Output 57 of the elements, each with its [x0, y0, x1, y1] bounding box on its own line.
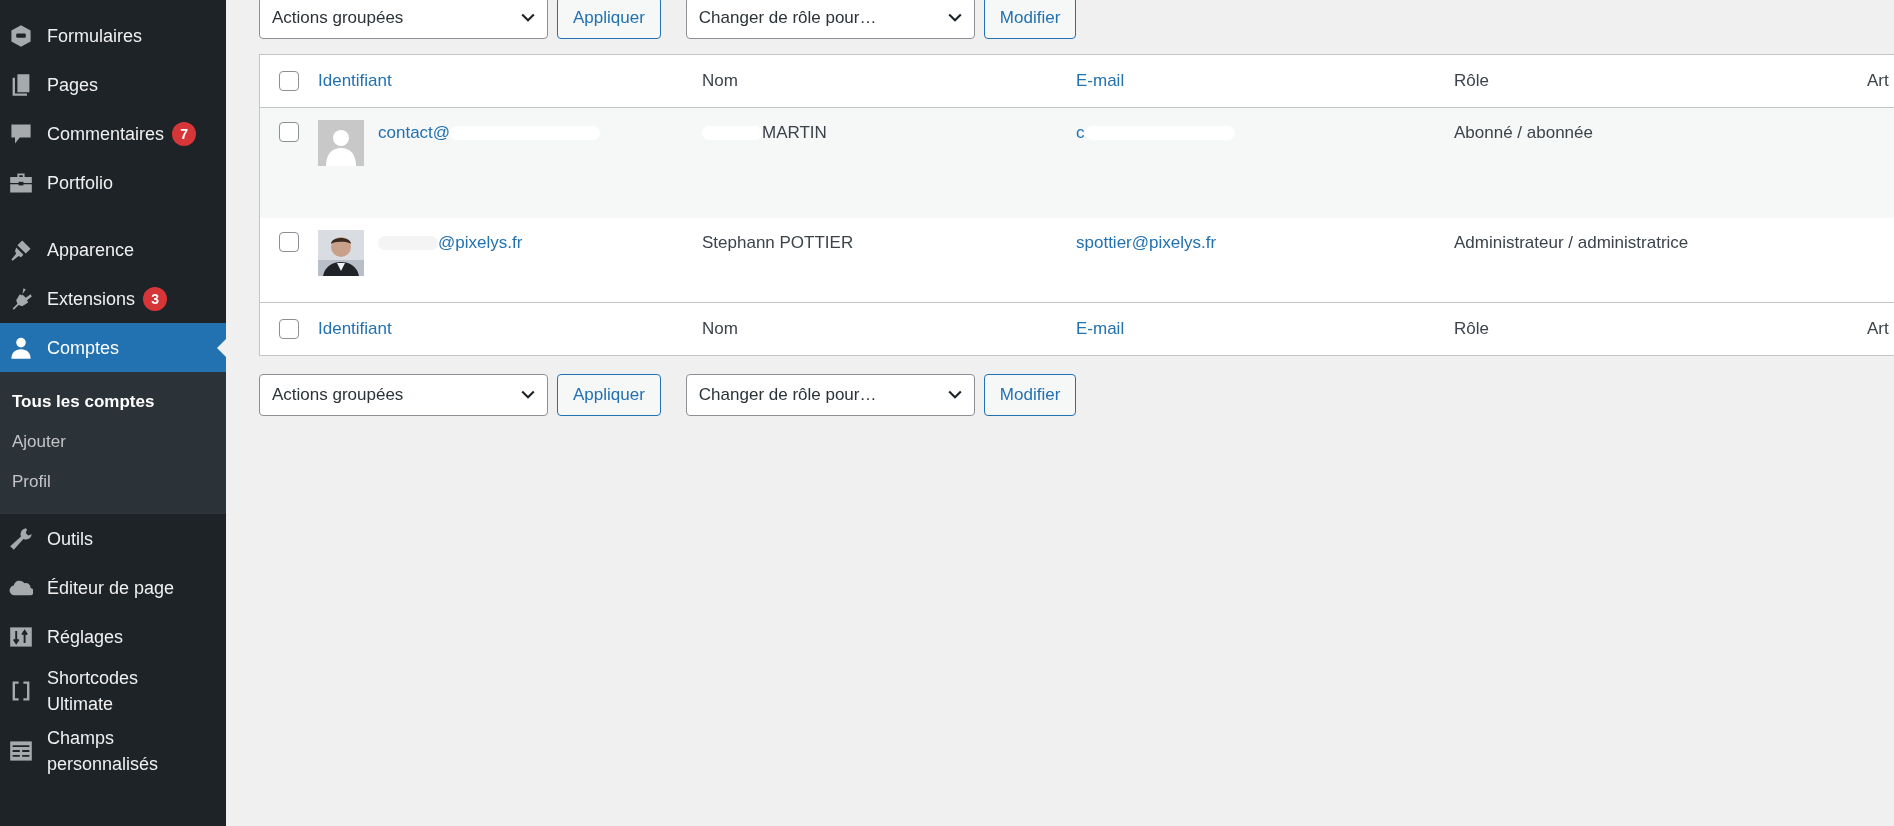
menu-item[interactable]: Apparence: [0, 225, 226, 274]
column-header: Rôle: [1454, 319, 1490, 339]
menu-item[interactable]: Éditeur de page: [0, 563, 226, 612]
menu-item[interactable]: Shortcodes Ultimate: [0, 661, 226, 721]
menu-item[interactable]: Extensions 3: [0, 274, 226, 323]
count-badge: 7: [172, 121, 197, 146]
role-select[interactable]: Changer de rôle pour…: [685, 374, 975, 416]
chevron-icon: [521, 13, 535, 23]
menu-item[interactable]: Commentaires 7: [0, 109, 226, 158]
column-header-link[interactable]: E-mail: [1076, 71, 1454, 91]
role-select[interactable]: Changer de rôle pour…: [685, 0, 975, 39]
column-header: Nom: [702, 319, 739, 339]
submenu-item[interactable]: Profil: [0, 462, 226, 502]
role-cell-text: Administrateur / administratrice: [1454, 232, 1689, 254]
menu-item[interactable]: Comptes: [0, 323, 226, 372]
row-checkbox[interactable]: [279, 232, 299, 252]
column-header: Nom: [702, 71, 739, 91]
count-badge: 3: [143, 286, 168, 311]
menu-item[interactable]: Réglages: [0, 612, 226, 661]
column-header-link[interactable]: Identifiant: [318, 71, 702, 91]
select-all-checkbox[interactable]: [279, 71, 299, 91]
username-link[interactable]: contact@: [378, 120, 601, 144]
role-cell-text: Abonné / abonnée: [1454, 122, 1593, 144]
speech-bubble-icon: [9, 121, 33, 146]
grid-icon: [9, 739, 33, 763]
menu-item[interactable]: Pages: [0, 60, 226, 109]
column-header: Rôle: [1454, 71, 1490, 91]
email-link[interactable]: spottier@pixelys.fr: [1076, 230, 1217, 254]
chevron-icon: [521, 390, 535, 400]
submenu-item[interactable]: Ajouter: [0, 422, 226, 462]
name-cell-text: Stephann POTTIER: [702, 232, 854, 254]
bulk-actions-select[interactable]: Actions groupées: [259, 374, 548, 416]
hexagon-icon: [9, 23, 33, 48]
column-header-link[interactable]: Identifiant: [318, 319, 702, 339]
change-role-button[interactable]: Modifier: [983, 374, 1077, 416]
apply-button[interactable]: Appliquer: [557, 374, 661, 416]
menu-item[interactable]: Portfolio: [0, 158, 226, 207]
briefcase-icon: [9, 170, 33, 195]
chevron-icon: [947, 390, 962, 400]
name-cell: MARTIN: [702, 120, 827, 144]
menu-item[interactable]: Formulaires: [0, 11, 226, 60]
chevron-icon: [947, 13, 962, 23]
user-icon: [9, 335, 33, 360]
column-header: Art: [1867, 71, 1890, 91]
username-link[interactable]: @pixelys.fr: [378, 230, 523, 254]
menu-item[interactable]: Champs personnalisés: [0, 721, 226, 781]
menu-item[interactable]: Outils: [0, 514, 226, 563]
change-role-button[interactable]: Modifier: [983, 0, 1077, 39]
column-header: Art: [1867, 319, 1890, 339]
sliders-icon: [9, 624, 33, 649]
apply-button[interactable]: Appliquer: [557, 0, 661, 39]
bulk-actions-select[interactable]: Actions groupées: [259, 0, 548, 39]
row-checkbox[interactable]: [279, 122, 299, 142]
select-all-checkbox[interactable]: [279, 319, 299, 339]
column-header-link[interactable]: E-mail: [1076, 319, 1454, 339]
submenu-item[interactable]: Tous les comptes: [0, 382, 226, 422]
wrench-icon: [9, 526, 33, 551]
